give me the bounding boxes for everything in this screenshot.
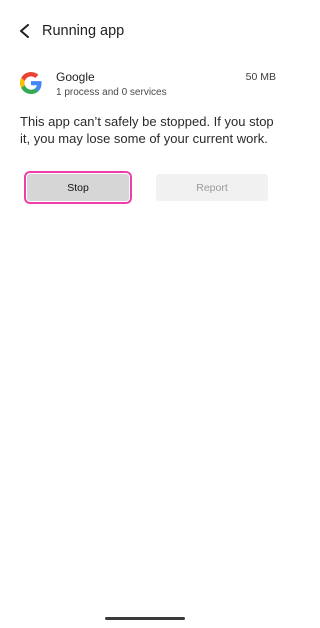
app-name: Google — [56, 70, 95, 84]
running-app-screen: Running app Google 50 MB 1 process and 0… — [0, 0, 291, 628]
arrow-left-icon — [20, 24, 29, 38]
report-button[interactable]: Report — [156, 174, 268, 201]
gesture-navigation-bar[interactable] — [105, 617, 185, 620]
top-app-bar: Running app — [0, 0, 291, 62]
app-info-row: Google 50 MB 1 process and 0 services — [0, 66, 291, 106]
google-logo-icon — [20, 72, 42, 94]
stop-button[interactable]: Stop — [24, 171, 132, 204]
app-process-count: 1 process and 0 services — [56, 87, 167, 98]
stop-warning-message: This app can’t safely be stopped. If you… — [20, 114, 274, 146]
back-button[interactable] — [12, 18, 38, 44]
app-memory-size: 50 MB — [245, 71, 276, 83]
page-title: Running app — [42, 23, 125, 39]
